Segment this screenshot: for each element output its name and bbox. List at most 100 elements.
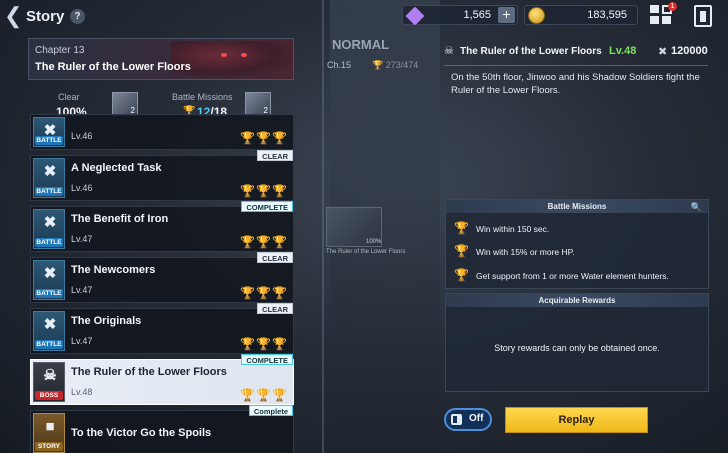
grid-icon xyxy=(650,5,659,13)
trophy-icon: 🏆 xyxy=(454,244,469,258)
mission-item: 🏆 Win within 150 sec. xyxy=(454,221,550,235)
trophy-icon: 🏆 xyxy=(272,235,287,249)
trophy-icon: 🏆 xyxy=(272,286,287,300)
toggle-label: Off xyxy=(469,413,484,424)
skull-icon: ☠ xyxy=(43,367,57,384)
trophy-icon: 🏆 xyxy=(256,388,271,402)
missions-reward-box[interactable]: 2 xyxy=(245,92,271,116)
stage-trophies: 🏆🏆🏆 xyxy=(237,182,287,198)
rewards-note: Story rewards can only be obtained once. xyxy=(494,343,660,353)
gold-coin-icon xyxy=(528,7,545,24)
stage-type-badge: ☠ BOSS xyxy=(33,362,65,402)
swords-icon: ✖ xyxy=(658,46,668,58)
missions-label: Battle Missions xyxy=(172,92,233,102)
clear-reward-box[interactable]: 2 xyxy=(112,92,138,116)
trophy-icon: 🏆 xyxy=(240,235,255,249)
chapter-banner: Chapter 13 The Ruler of the Lower Floors xyxy=(28,38,294,80)
back-button[interactable]: ❮ xyxy=(4,5,22,28)
stage-title: The Benefit of Iron xyxy=(71,213,169,225)
trophy-icon: 🏆 xyxy=(454,221,469,235)
stage-item[interactable]: ✖ BATTLE A Neglected Task Lv.46 CLEAR 🏆🏆🏆 xyxy=(30,150,294,201)
stage-trophies: 🏆🏆🏆 xyxy=(237,233,287,249)
gem-amount: 1,565 xyxy=(463,9,491,21)
stage-status-tag: CLEAR xyxy=(257,252,293,263)
stage-description: On the 50th floor, Jinwoo and his Shadow… xyxy=(451,72,700,96)
divider xyxy=(444,65,708,66)
trophy-icon: 🏆 xyxy=(272,131,287,145)
trophy-icon: 🏆 xyxy=(454,268,469,282)
rewards-header: Acquirable Rewards xyxy=(446,294,708,307)
panel-divider xyxy=(322,0,324,453)
trophy-icon: 🏆 xyxy=(240,184,255,198)
stage-type-label: BATTLE xyxy=(35,187,63,196)
notification-badge: 1 xyxy=(668,2,677,11)
stage-level: Lv.46 xyxy=(71,183,93,193)
chapter-title: The Ruler of the Lower Floors xyxy=(35,61,191,73)
exit-button[interactable] xyxy=(694,5,712,27)
stage-title: The Ruler of the Lower Floors xyxy=(71,366,227,378)
auto-battle-toggle[interactable]: Off xyxy=(444,408,492,431)
skull-icon: ☠ xyxy=(444,45,454,57)
trophy-icon: 🏆 xyxy=(272,337,287,351)
help-button[interactable]: ? xyxy=(70,9,85,24)
mission-item: 🏆 Win with 15% or more HP. xyxy=(454,244,575,258)
stage-item[interactable]: ✖ BATTLE The Newcomers Lv.47 CLEAR 🏆🏆🏆 xyxy=(30,252,294,303)
stage-type-badge: ✖ BATTLE xyxy=(33,158,65,198)
magnifier-icon[interactable]: 🔍 xyxy=(691,201,702,214)
battle-missions-header: Battle Missions 🔍 xyxy=(446,200,708,213)
stage-type-label: BATTLE xyxy=(35,289,63,298)
stage-type-label: STORY xyxy=(35,442,63,451)
stage-power: 120000 xyxy=(671,45,708,57)
stage-status-tag: CLEAR xyxy=(257,303,293,314)
stage-level: Lv.47 xyxy=(71,336,93,346)
crossed-swords-icon: ✖ xyxy=(43,214,57,231)
gold-amount: 183,595 xyxy=(587,9,627,21)
trophy-icon: 🏆 xyxy=(256,286,271,300)
trophy-icon: 🏆 xyxy=(240,286,255,300)
map-chapter-label: Ch.15 xyxy=(327,60,352,70)
add-gems-button[interactable]: + xyxy=(498,7,515,23)
chapter-number: Chapter 13 xyxy=(35,45,85,56)
thumbnail-caption: The Ruler of the Lower Floors xyxy=(326,249,406,255)
gem-currency: 1,565 + xyxy=(402,5,518,26)
stage-level: Lv.47 xyxy=(71,234,93,244)
book-icon: ■ xyxy=(45,418,55,435)
stage-status-tag: Complete xyxy=(248,405,293,416)
map-progress: 🏆 273/474 xyxy=(372,60,419,70)
battle-missions-panel: Battle Missions 🔍 🏆 Win within 150 sec. 🏆… xyxy=(445,199,709,289)
stage-type-badge: ✖ BATTLE xyxy=(33,260,65,300)
stage-item[interactable]: ☠ BOSS The Ruler of the Lower Floors Lv.48 C… xyxy=(30,354,294,405)
stage-level: Lv.47 xyxy=(71,285,93,295)
replay-button[interactable]: Replay xyxy=(505,407,648,433)
stage-type-label: BOSS xyxy=(35,391,63,400)
crossed-swords-icon: ✖ xyxy=(43,316,57,333)
stage-item[interactable]: ✖ BATTLE The Benefit of Iron Lv.47 COMPLETE 🏆… xyxy=(30,201,294,252)
stage-title: The Originals xyxy=(71,315,142,327)
crossed-swords-icon: ✖ xyxy=(43,163,57,180)
stage-status-tag: COMPLETE xyxy=(241,201,293,212)
stage-title: To the Victor Go the Spoils xyxy=(71,427,212,439)
stage-detail-header: ☠ The Ruler of the Lower Floors Lv.48 ✖ … xyxy=(444,43,708,63)
trophy-icon: 🏆 xyxy=(240,337,255,351)
trophy-icon: 🏆 xyxy=(240,388,255,402)
stage-type-label: BATTLE xyxy=(35,340,63,349)
trophy-icon: 🏆 xyxy=(272,388,287,402)
page-title: Story xyxy=(26,8,65,25)
stage-item[interactable]: ✖ BATTLE Lv.46 🏆🏆🏆 xyxy=(30,114,294,150)
rewards-panel: Acquirable Rewards Story rewards can onl… xyxy=(445,293,709,392)
stage-type-badge: ✖ BATTLE xyxy=(33,311,65,351)
stage-type-label: BATTLE xyxy=(35,238,63,247)
stage-item[interactable]: ■ STORY To the Victor Go the Spoils Complet… xyxy=(30,405,294,453)
stage-item[interactable]: ✖ BATTLE The Originals Lv.47 CLEAR 🏆🏆🏆 xyxy=(30,303,294,354)
stage-trophies: 🏆🏆🏆 xyxy=(237,386,287,402)
gem-icon xyxy=(405,6,425,26)
gold-currency: 183,595 xyxy=(524,5,638,25)
trophy-icon: 🏆 xyxy=(256,337,271,351)
trophy-icon: 🏆 xyxy=(256,235,271,249)
trophy-icon: 🏆 xyxy=(256,131,271,145)
stage-status-tag: CLEAR xyxy=(257,150,293,161)
stage-title: The Ruler of the Lower Floors xyxy=(460,46,602,57)
stage-type-label: BATTLE xyxy=(35,136,63,145)
clear-label: Clear xyxy=(58,92,80,102)
mission-item: 🏆 Get support from 1 or more Water elemen… xyxy=(454,268,669,282)
